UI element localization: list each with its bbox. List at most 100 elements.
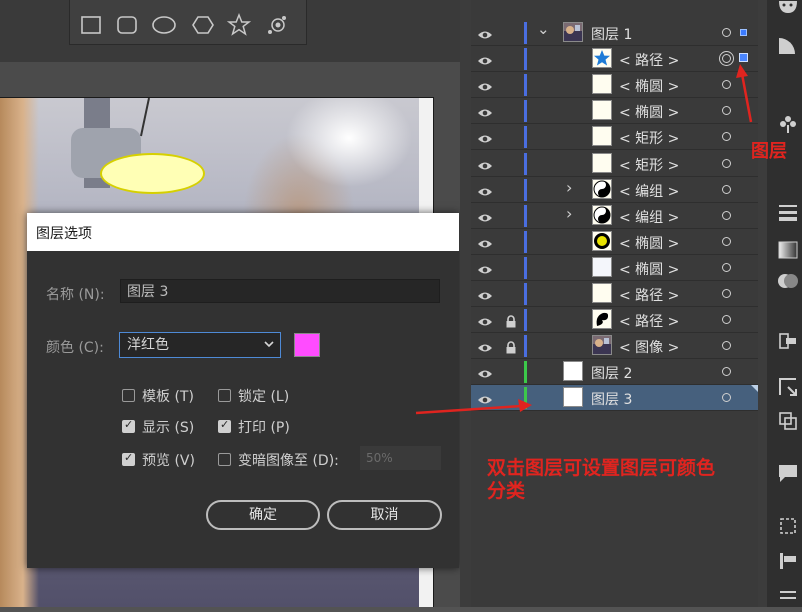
lock-icon[interactable] [505, 313, 517, 328]
dim-percent-input[interactable]: 50% [360, 446, 441, 470]
layer-row[interactable]: < 椭圆 > [471, 255, 758, 281]
layer-thumbnail [592, 256, 612, 277]
color-palette-icon[interactable] [777, 0, 799, 20]
canvas-area[interactable]: 图层选项 名称 (N): 图层 3 颜色 (C): 洋红色 模板 (T) 锁定 … [0, 0, 460, 607]
target-circle-icon[interactable] [722, 158, 731, 168]
visibility-eye-icon[interactable] [477, 130, 493, 143]
layer-name: < 编组 > [619, 183, 680, 200]
color-select[interactable]: 洋红色 [119, 332, 281, 358]
visibility-eye-icon[interactable] [477, 261, 493, 274]
stroke-icon[interactable] [777, 202, 799, 222]
layer-row[interactable]: < 路径 > [471, 281, 758, 307]
layer-row[interactable]: < 路径 > [471, 307, 758, 334]
visibility-eye-icon[interactable] [477, 183, 493, 196]
transform-icon[interactable] [777, 376, 799, 396]
comment-icon[interactable] [777, 462, 799, 482]
artboards-icon[interactable] [777, 515, 799, 535]
visibility-eye-icon[interactable] [477, 339, 493, 352]
target-circle-icon[interactable] [722, 80, 731, 90]
visibility-eye-icon[interactable] [477, 313, 493, 326]
layer-row[interactable]: › < 编组 > [471, 177, 758, 203]
layer-row[interactable]: < 图像 > [471, 333, 758, 360]
asset-export-icon[interactable] [777, 550, 799, 570]
ellipse-tool-icon[interactable] [151, 12, 177, 38]
target-circle-icon[interactable] [722, 393, 731, 403]
target-circle-icon[interactable] [722, 106, 731, 116]
dim-images-checkbox[interactable] [218, 453, 231, 466]
layer-row[interactable]: < 椭圆 > [471, 72, 758, 99]
transparency-icon[interactable] [777, 270, 799, 290]
layer-row[interactable]: < 矩形 > [471, 151, 758, 177]
target-circle-icon[interactable] [722, 367, 731, 377]
visibility-eye-icon[interactable] [477, 235, 493, 248]
target-circle-icon[interactable] [722, 341, 731, 351]
visibility-eye-icon[interactable] [477, 365, 493, 378]
print-checkbox[interactable] [218, 418, 231, 433]
visibility-eye-icon[interactable] [477, 287, 493, 300]
star-tool-icon[interactable] [226, 12, 252, 38]
target-circle-icon[interactable] [722, 262, 731, 272]
flare-tool-icon[interactable] [264, 12, 290, 38]
layer-row[interactable]: 图层 2 [471, 359, 758, 386]
layer-row[interactable]: › < 编组 > [471, 203, 758, 229]
selection-indicator[interactable] [740, 29, 747, 36]
target-circle-icon[interactable] [722, 132, 731, 142]
visibility-eye-icon[interactable] [477, 104, 493, 117]
pathfinder-icon[interactable] [777, 410, 799, 430]
preview-checkbox[interactable] [122, 451, 135, 466]
photo-thumbnail [592, 335, 612, 356]
visibility-eye-icon[interactable] [477, 209, 493, 222]
cancel-button[interactable]: 取消 [327, 500, 442, 530]
layer-row[interactable]: < 路径 > [471, 46, 758, 73]
layer-row[interactable]: < 椭圆 > [471, 229, 758, 255]
chevron-down-icon [264, 341, 274, 348]
panel-divider[interactable] [460, 0, 471, 607]
gradient-icon[interactable] [777, 240, 799, 260]
align-icon[interactable] [777, 330, 799, 350]
libraries-icon[interactable] [777, 588, 799, 608]
shape-tools-flyout [69, 0, 307, 45]
target-circle-icon[interactable] [722, 184, 731, 194]
layer-row[interactable]: < 椭圆 > [471, 98, 758, 125]
layers-empty-area[interactable] [471, 413, 758, 607]
rectangle-tool-icon[interactable] [78, 12, 104, 38]
visibility-eye-icon[interactable] [477, 26, 493, 39]
yinyang-thumbnail [592, 204, 612, 225]
target-circle-icon[interactable] [719, 51, 734, 67]
color-guide-icon[interactable] [777, 36, 799, 56]
layer-name: < 椭圆 > [619, 105, 680, 122]
layer-name: < 路径 > [619, 314, 680, 331]
selected-ellipse-shape[interactable] [100, 153, 205, 194]
visibility-eye-icon[interactable] [477, 78, 493, 91]
lock-checkbox[interactable] [218, 389, 231, 402]
target-circle-icon[interactable] [722, 236, 731, 246]
photo-thumbnail [563, 22, 583, 42]
lock-icon[interactable] [505, 339, 517, 354]
target-circle-icon[interactable] [722, 28, 731, 37]
expand-chevron-icon[interactable]: ⌄ [537, 20, 550, 38]
target-circle-icon[interactable] [722, 289, 731, 298]
ok-button[interactable]: 确定 [206, 500, 320, 530]
rounded-rectangle-tool-icon[interactable] [114, 12, 140, 38]
visibility-eye-icon[interactable] [477, 52, 493, 65]
collapsed-chevron-icon[interactable]: › [566, 178, 572, 197]
color-swatch[interactable] [294, 333, 320, 357]
layer-row[interactable]: < 矩形 > [471, 124, 758, 151]
layer-color-bar [524, 204, 527, 227]
layer-color-bar [524, 74, 527, 97]
symbols-icon[interactable] [777, 113, 799, 133]
layer-row[interactable]: ⌄ 图层 1 [471, 20, 758, 46]
layer-color-bar [524, 178, 527, 201]
visibility-eye-icon[interactable] [477, 157, 493, 169]
dialog-title-bar[interactable]: 图层选项 [27, 213, 459, 251]
layer-name-input[interactable]: 图层 3 [120, 279, 440, 303]
dialog-title: 图层选项 [36, 226, 92, 242]
collapsed-chevron-icon[interactable]: › [566, 204, 572, 223]
target-circle-icon[interactable] [722, 315, 731, 325]
layer-thumbnail [592, 152, 612, 173]
target-circle-icon[interactable] [722, 210, 731, 220]
template-checkbox[interactable] [122, 389, 135, 402]
show-checkbox[interactable] [122, 418, 135, 433]
polygon-tool-icon[interactable] [190, 12, 216, 38]
layers-panel-header-strip [471, 0, 758, 20]
